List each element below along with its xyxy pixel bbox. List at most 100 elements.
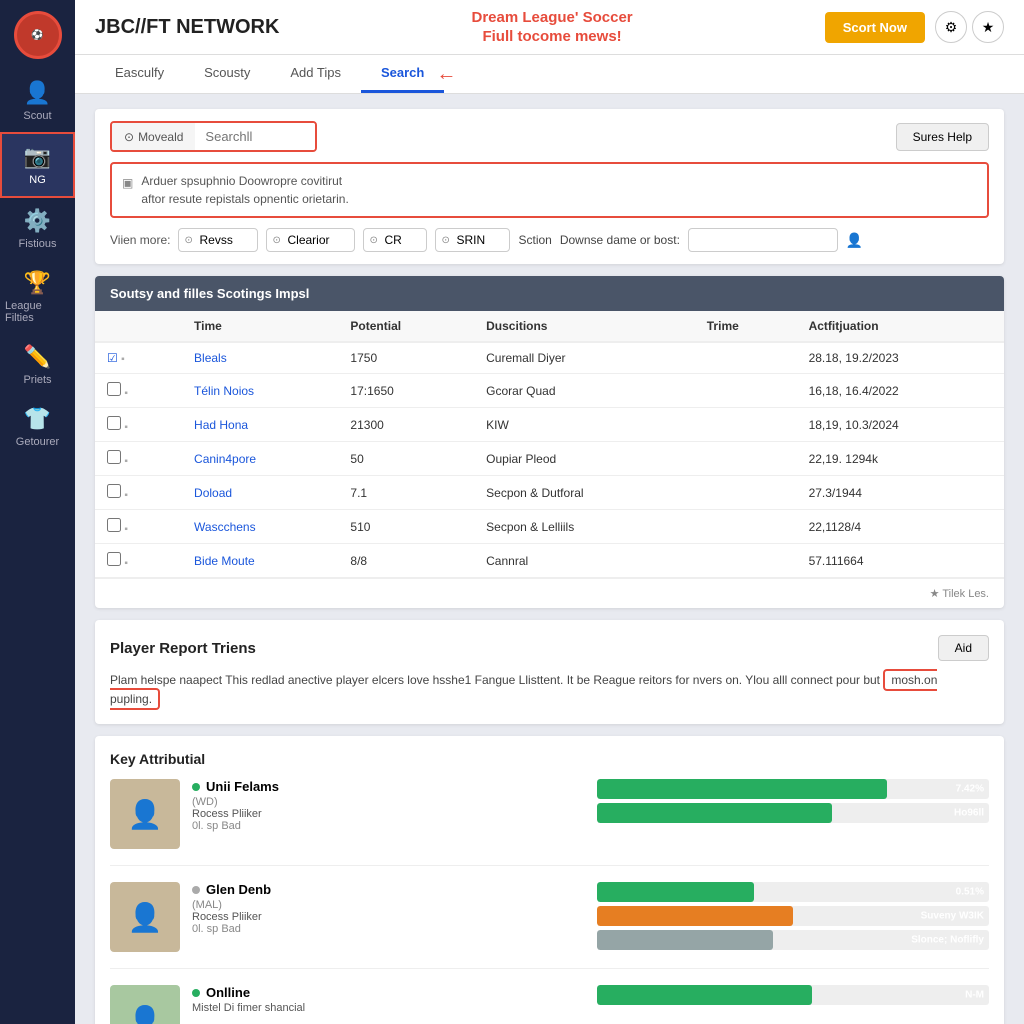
row-checkbox[interactable]	[107, 450, 121, 464]
row-potential-cell: 8/8	[338, 544, 474, 578]
progress-bar-fill	[597, 985, 813, 1005]
tab-arrow-icon: ←	[436, 63, 456, 86]
filter-clearior-select[interactable]: Clearior	[266, 228, 355, 252]
row-small-icon: ▪	[124, 490, 128, 501]
aid-button[interactable]: Aid	[938, 635, 989, 661]
row-potential-cell: 7.1	[338, 476, 474, 510]
table-row: ▪ Bide Moute 8/8 Cannral 57.111664	[95, 544, 1004, 578]
search-row: ⊙ Moveald Sures Help	[110, 121, 989, 152]
player-extra: 0l. sp Bad	[192, 923, 585, 935]
col-time: Time	[182, 311, 338, 342]
player-name: Unii Felams	[206, 779, 279, 794]
scout-icon: 👤	[24, 80, 51, 106]
priets-label: Priets	[23, 374, 51, 386]
player-name: Onlline	[206, 985, 250, 1000]
key-attributes-title: Key Attributial	[110, 751, 989, 767]
scout-label: Scout	[23, 110, 51, 122]
player-bars: 0.51%Suveny W3IKSlonce; Noflifly	[597, 882, 990, 950]
tab-scousty[interactable]: Scousty	[184, 55, 270, 93]
player-bars: 7.42% Ho96ll	[597, 779, 990, 823]
search-filter-button[interactable]: ⊙ Moveald	[112, 123, 195, 150]
progress-bar-fill	[597, 779, 887, 799]
sidebar-item-league-filties[interactable]: 🏆League Filties	[0, 260, 75, 334]
row-name-cell: Télin Noios	[182, 374, 338, 408]
filter-srin-select[interactable]: SRIN	[435, 228, 510, 252]
row-name-link[interactable]: Wascchens	[194, 520, 256, 534]
ng-icon: 📷	[24, 144, 51, 170]
table-row: ▪ Doload 7.1 Secpon & Dutforal 27.3/1944	[95, 476, 1004, 510]
progress-bar-label: 7.42%	[956, 784, 984, 795]
progress-bar-label: Ho96ll	[954, 808, 984, 819]
col-trime: Trime	[695, 311, 797, 342]
row-name-link[interactable]: Doload	[194, 486, 232, 500]
player-card: 👤 Onlline Mistel Di fimer shancial N-M	[110, 985, 989, 1024]
person-icon[interactable]: 👤	[846, 232, 863, 249]
header: JBC//FT NETWORK Dream League' Soccer Fiu…	[75, 0, 1024, 55]
description-line2: aftor resute repistals opnentic orietari…	[141, 190, 348, 208]
progress-bar-fill	[597, 930, 774, 950]
score-now-button[interactable]: Scort Now	[825, 12, 925, 43]
getourer-label: Getourer	[16, 436, 59, 448]
player-info: Glen Denb (MAL) Rocess Pliiker 0l. sp Ba…	[192, 882, 585, 935]
table-header-row: Time Potential Duscitions Trime Actfitju…	[95, 311, 1004, 342]
row-checkbox[interactable]	[107, 416, 121, 430]
row-checkbox-cell: ☑ ▪	[95, 342, 182, 374]
sidebar-item-fistious[interactable]: ⚙️Fistious	[0, 198, 75, 260]
sures-help-button[interactable]: Sures Help	[896, 123, 989, 151]
table-row: ☑ ▪ Bleals 1750 Curemall Diyer 28.18, 19…	[95, 342, 1004, 374]
settings-icon-button[interactable]: ⚙	[935, 11, 967, 43]
sidebar-item-scout[interactable]: 👤 Scout	[0, 70, 75, 132]
downse-input[interactable]	[688, 228, 838, 252]
player-report-text: Plam helspe naapect This redlad anective…	[110, 671, 989, 709]
progress-bar-fill	[597, 906, 793, 926]
row-actfit-cell: 22,1128/4	[797, 510, 1004, 544]
player-bars: N-M	[597, 985, 990, 1005]
row-actfit-cell: 27.3/1944	[797, 476, 1004, 510]
row-small-icon: ▪	[124, 524, 128, 535]
sidebar-item-getourer[interactable]: 👕Getourer	[0, 396, 75, 458]
row-name-link[interactable]: Canin4pore	[194, 452, 256, 466]
scouting-table: Time Potential Duscitions Trime Actfitju…	[95, 311, 1004, 578]
row-name-link[interactable]: Bleals	[194, 351, 227, 365]
row-trime-cell	[695, 442, 797, 476]
logo: ⚽	[14, 11, 62, 59]
sidebar-logo: ⚽	[0, 0, 75, 70]
player-info: Onlline Mistel Di fimer shancial	[192, 985, 585, 1014]
col-duscitions: Duscitions	[474, 311, 695, 342]
row-checkbox[interactable]	[107, 518, 121, 532]
header-icons: ⚙ ★	[935, 11, 1004, 43]
filter-cr-select[interactable]: CR	[363, 228, 427, 252]
row-potential-cell: 1750	[338, 342, 474, 374]
tab-add-tips[interactable]: Add Tips	[270, 55, 361, 93]
row-name-cell: Canin4pore	[182, 442, 338, 476]
progress-bar-wrap: Slonce; Noflifly	[597, 930, 990, 950]
sidebar-item-ng[interactable]: 📷 NG	[0, 132, 75, 198]
row-checkbox[interactable]	[107, 552, 121, 566]
tab-search[interactable]: Search	[361, 55, 444, 93]
star-icon-button[interactable]: ★	[972, 11, 1004, 43]
row-actfit-cell: 18,19, 10.3/2024	[797, 408, 1004, 442]
row-checkbox[interactable]	[107, 484, 121, 498]
sidebar-item-priets[interactable]: ✏️Priets	[0, 334, 75, 396]
row-name-link[interactable]: Télin Noios	[194, 384, 254, 398]
key-attributes-section: Key Attributial 👤 Unii Felams (WD) Roces…	[95, 736, 1004, 1024]
player-position: (MAL)	[192, 899, 585, 911]
promo-block: Dream League' Soccer Fiull tocome mews!	[472, 8, 633, 47]
row-name-link[interactable]: Had Hona	[194, 418, 248, 432]
progress-bar-wrap: Suveny W3IK	[597, 906, 990, 926]
row-actfit-cell: 16,18, 16.4/2022	[797, 374, 1004, 408]
search-input[interactable]	[195, 123, 315, 150]
filter-revss-select[interactable]: Revss	[178, 228, 258, 252]
row-checkbox[interactable]	[107, 382, 121, 396]
ng-label: NG	[29, 174, 46, 186]
col-checkbox	[95, 311, 182, 342]
row-potential-cell: 50	[338, 442, 474, 476]
tab-easculfy[interactable]: Easculfy	[95, 55, 184, 93]
filter-clearior-wrap: Clearior	[266, 228, 355, 252]
player-role: Rocess Pliiker	[192, 911, 585, 923]
row-name-link[interactable]: Bide Moute	[194, 554, 255, 568]
player-position: (WD)	[192, 796, 585, 808]
scouting-table-section: Soutsy and filles Scotings Impsl Time Po…	[95, 276, 1004, 608]
search-description: ▣ Arduer spsuphnio Doowropre covitirut a…	[110, 162, 989, 218]
table-row: ▪ Canin4pore 50 Oupiar Pleod 22,19. 1294…	[95, 442, 1004, 476]
